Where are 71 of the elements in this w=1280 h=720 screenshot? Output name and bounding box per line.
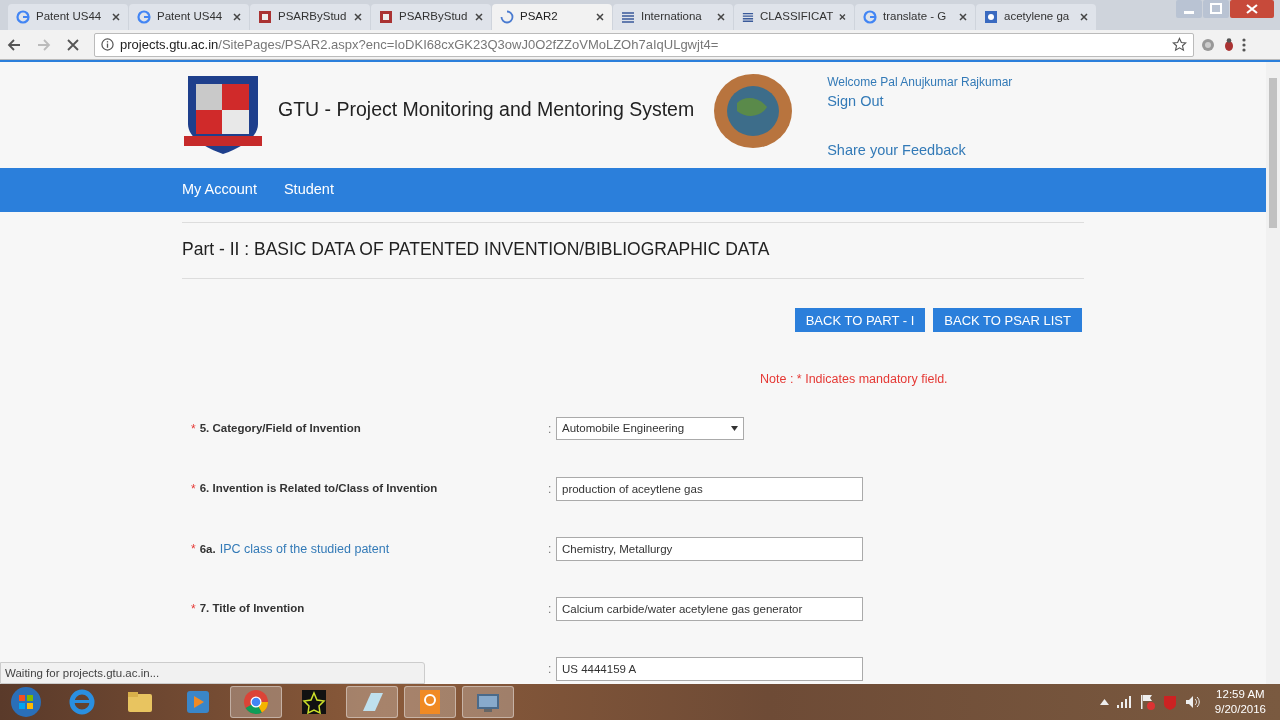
close-icon[interactable] [717, 13, 725, 21]
nav-button[interactable]: BACK TO PART - I [794, 308, 926, 333]
field-label: 5. Category/Field of Invention [199, 421, 361, 436]
nav-link[interactable]: Student [283, 179, 334, 201]
text-field[interactable]: Chemistry, Metallurgy [556, 537, 863, 561]
required-asterisk: * [191, 541, 196, 558]
site-title: GTU - Project Monitoring and Mentoring System [278, 97, 695, 122]
browser-tab[interactable]: Patent US44 [8, 4, 128, 30]
field-label: 7. Title of Invention [199, 601, 305, 616]
browser-tab[interactable]: translate - G [855, 4, 975, 30]
nav-link[interactable]: My Account [182, 179, 257, 201]
browser-tab[interactable]: acetylene ga [976, 4, 1096, 30]
close-icon[interactable] [112, 13, 120, 21]
sign-out-link[interactable]: Sign Out [827, 91, 1013, 113]
required-asterisk: * [191, 481, 196, 498]
close-icon[interactable] [1080, 13, 1088, 21]
browser-tab[interactable]: PSARByStud [371, 4, 491, 30]
colon: : [548, 661, 553, 678]
field-label: 6. Invention is Related to/Class of Invention [199, 481, 438, 496]
colon: : [548, 481, 553, 498]
feedback-link[interactable]: Share your Feedback [827, 139, 1013, 162]
clock-date: 9/20/2016 [1214, 702, 1266, 717]
colon: : [548, 601, 553, 618]
star-icon[interactable] [1172, 37, 1187, 52]
browser-tab[interactable]: Patent US44 [129, 4, 249, 30]
back-icon[interactable] [6, 36, 22, 53]
category-dropdown[interactable]: Automobile Engineering [556, 417, 744, 440]
info-icon[interactable] [101, 38, 114, 51]
extension-icon[interactable] [1200, 36, 1216, 53]
close-icon[interactable] [475, 13, 483, 21]
scrollbar[interactable] [1266, 62, 1280, 684]
browser-tab[interactable]: PSARByStud [250, 4, 370, 30]
close-icon[interactable] [354, 13, 362, 21]
colon: : [548, 541, 553, 558]
field-number: 6a. [199, 542, 216, 557]
text-field[interactable]: Calcium carbide/water acetylene gas generator [556, 597, 863, 621]
section-heading: Part - II : BASIC DATA OF PATENTED INVENTION/BIBLIOGRAPHIC DATA [182, 238, 771, 261]
text-field[interactable]: US 4444159 A [556, 657, 863, 681]
address-bar[interactable]: projects.gtu.ac.in/SitePages/PSAR2.aspx?enc=IoDKI68cxGK23Q3owJ0O2fZZoVMoLZOh7aIqULgwjt4= [94, 32, 1194, 57]
lines-icon [742, 10, 754, 24]
status-bubble: Waiting for projects.gtu.ac.in... [0, 662, 425, 684]
required-asterisk: * [191, 601, 196, 618]
lines-icon [621, 10, 635, 24]
browser-tab[interactable]: Internationa [613, 4, 733, 30]
document-icon [258, 10, 272, 24]
close-icon[interactable] [66, 37, 80, 52]
browser-tab[interactable]: PSAR2 [492, 4, 612, 30]
signal-icon[interactable] [1116, 696, 1131, 708]
clock-time: 12:59 AM [1216, 687, 1265, 702]
close-icon[interactable] [1230, 0, 1274, 18]
speaker-icon[interactable] [1184, 695, 1201, 709]
browser-e-icon [67, 687, 97, 717]
colon: : [548, 421, 553, 438]
loading-spinner-icon [500, 10, 514, 24]
browser-tab[interactable]: CLASSIFICAT [734, 4, 854, 30]
close-icon[interactable] [596, 13, 604, 21]
close-icon[interactable] [959, 13, 967, 21]
mandatory-note: Note : * Indicates mandatory field. [760, 371, 949, 389]
menu-icon[interactable] [1242, 36, 1246, 53]
nav-button[interactable]: BACK TO PSAR LIST [933, 308, 1082, 333]
close-icon[interactable] [233, 13, 241, 21]
close-icon[interactable] [839, 13, 846, 21]
required-asterisk: * [191, 421, 196, 438]
document-icon [379, 10, 393, 24]
text-field[interactable]: production of aceytlene gas [556, 477, 863, 501]
flag-icon[interactable] [1138, 694, 1155, 710]
field-label-link[interactable]: IPC class of the studied patent [219, 540, 390, 559]
chevron-up-icon[interactable] [1099, 699, 1109, 705]
welcome-text: Welcome Pal Anujkumar Rajkumar [827, 74, 1013, 91]
caret-icon [731, 426, 738, 431]
bug-icon[interactable] [1222, 36, 1236, 53]
